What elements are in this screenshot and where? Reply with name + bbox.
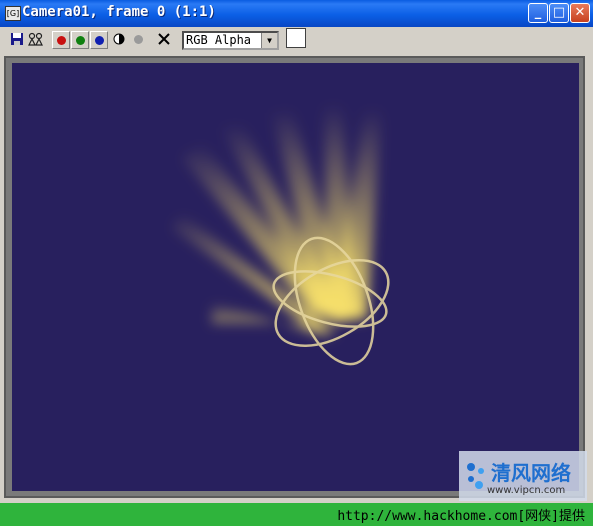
render-viewport [4,56,585,498]
channel-dropdown[interactable]: RGB Alpha ▼ [182,31,279,50]
chevron-down-icon: ▼ [261,33,277,48]
clone-window-button[interactable] [28,31,44,49]
viewer-window: [G] Camera01, frame 0 (1:1) _ □ ✕ RGB Al… [0,0,593,503]
clear-button[interactable] [156,31,172,49]
footer-text: http://www.hackhome.com[网侠]提供 [337,509,585,524]
green-dot-icon [76,36,85,45]
color-swatch[interactable] [286,28,306,48]
channel-dropdown-value: RGB Alpha [186,33,252,47]
alpha-channel-button[interactable] [132,31,146,49]
half-circle-icon [113,33,125,45]
rendered-image [172,103,390,366]
title-bar[interactable]: [G] Camera01, frame 0 (1:1) _ □ ✕ [0,0,593,27]
watermark-url: www.vipcn.com [487,485,566,496]
floppy-disk-icon [11,33,23,45]
minimize-icon: _ [534,5,542,20]
clear-x-icon [158,33,170,45]
light-rays [172,103,382,338]
blue-dot-icon [95,36,104,45]
save-image-button[interactable] [10,31,24,49]
maximize-button[interactable]: □ [549,3,569,23]
toolbar: RGB Alpha ▼ [4,27,589,54]
maximize-icon: □ [552,5,566,20]
dots-logo-icon [467,463,484,489]
gray-dot-icon [134,35,143,44]
red-channel-button[interactable] [52,31,70,49]
close-button[interactable]: ✕ [570,3,590,23]
close-icon: ✕ [574,5,586,20]
footer-bar: http://www.hackhome.com[网侠]提供 [0,503,593,526]
minimize-button[interactable]: _ [528,3,548,23]
clone-icon [28,32,43,46]
blue-channel-button[interactable] [90,31,108,49]
monochrome-button[interactable] [112,31,126,49]
watermark-logo: 清风网络 www.vipcn.com [459,451,587,501]
red-dot-icon [57,36,66,45]
window-title: Camera01, frame 0 (1:1) [22,4,216,20]
rendered-frame[interactable] [12,63,579,491]
app-icon[interactable]: [G] [5,6,21,21]
green-channel-button[interactable] [71,31,89,49]
watermark-brand: 清风网络 [491,461,571,485]
